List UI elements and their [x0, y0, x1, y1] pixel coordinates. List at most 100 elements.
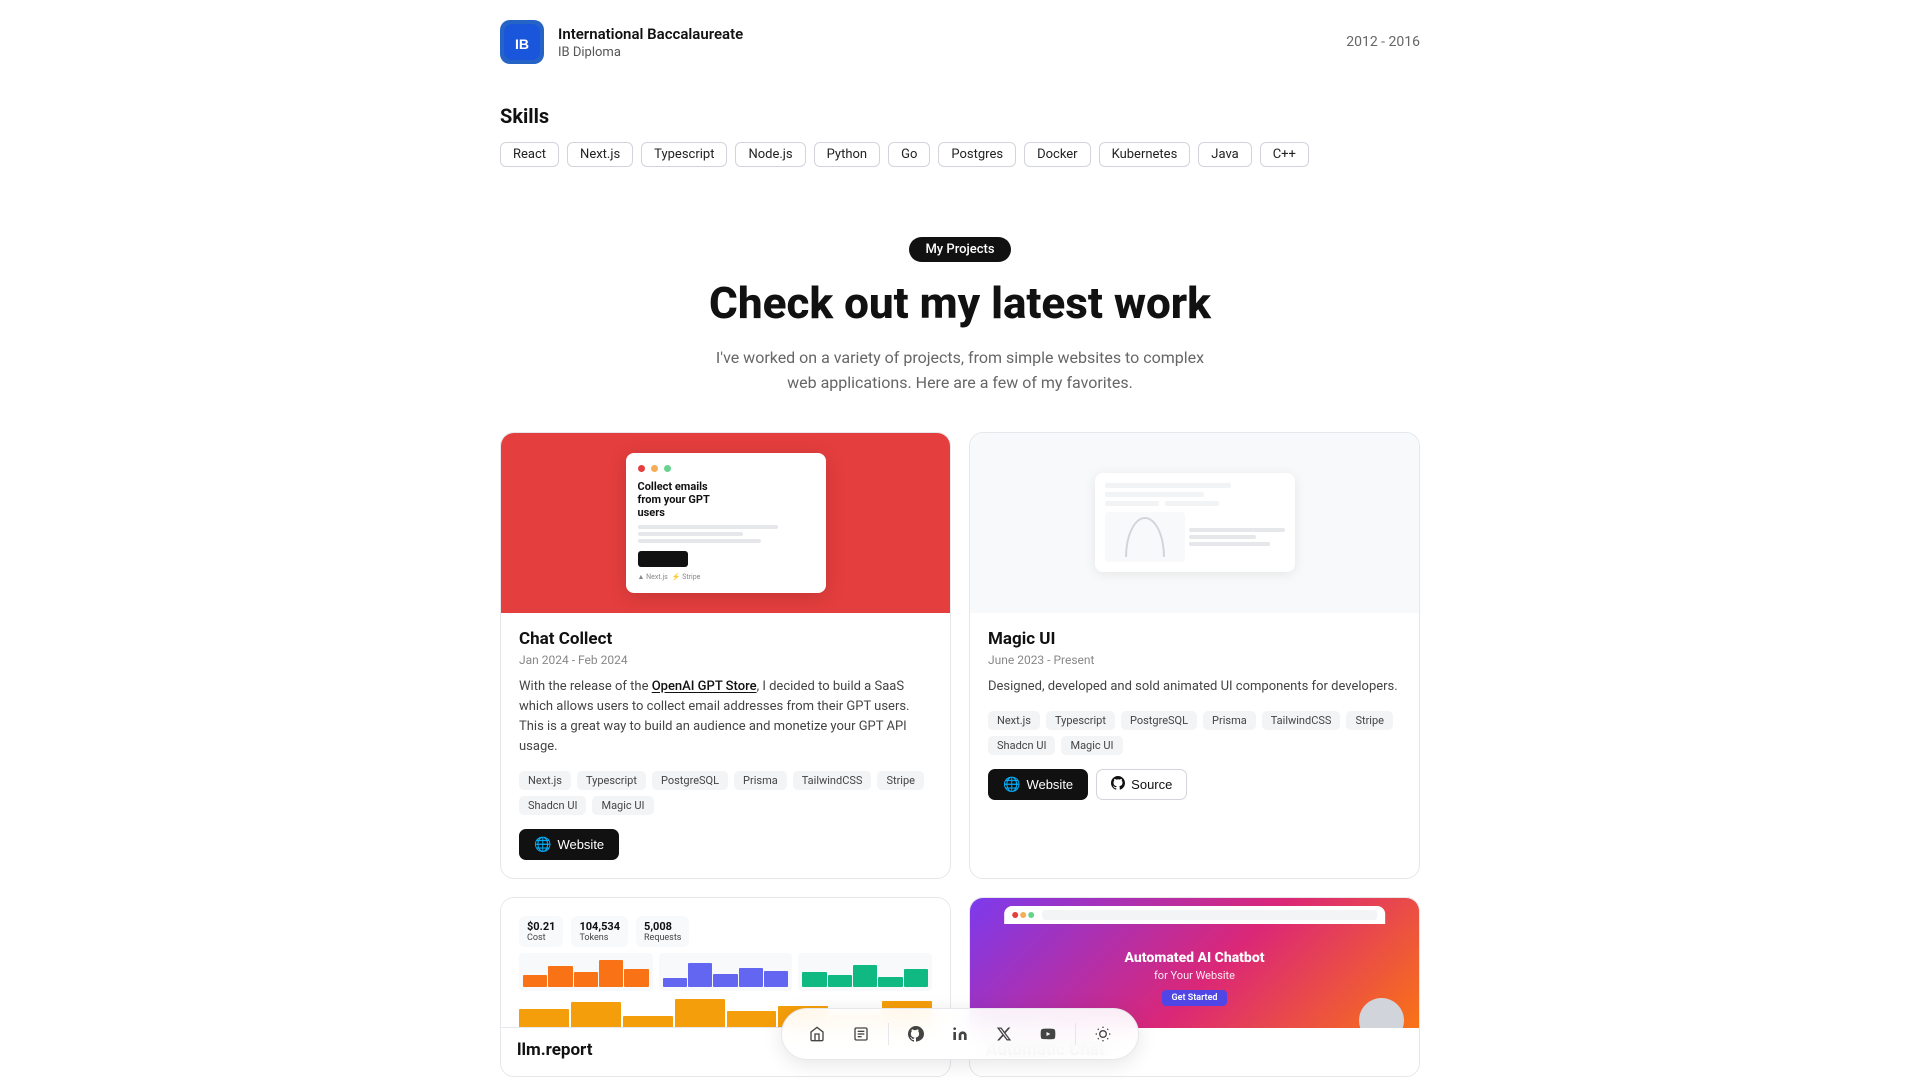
skill-tag-postgres: Postgres	[938, 142, 1016, 167]
project-image-chat-collect: Collect emailsfrom your GPTusers ▲ Next.…	[501, 433, 950, 613]
line1	[638, 525, 779, 529]
skill-tag-next-js: Next.js	[567, 142, 633, 167]
avatar-partial	[1359, 998, 1404, 1028]
browser-dots	[1012, 912, 1034, 918]
nav-theme-toggle-btn[interactable]	[1086, 1017, 1120, 1051]
project-card-chat-collect: Collect emailsfrom your GPTusers ▲ Next.…	[500, 432, 951, 880]
website-label-2: Website	[1026, 777, 1073, 792]
auto-chat-text: Automated AI Chatbot for Your Website Ge…	[1125, 950, 1265, 1006]
nav-linkedin-btn[interactable]	[943, 1017, 977, 1051]
magic-ui-title: Magic UI	[988, 629, 1401, 649]
magic-ui-content: Magic UI June 2023 - Present Designed, d…	[970, 613, 1419, 818]
magic-ui-website-btn[interactable]: 🌐 Website	[988, 769, 1088, 800]
nav-separator-1	[888, 1023, 889, 1045]
skill-tag-java: Java	[1198, 142, 1251, 167]
skills-title: Skills	[500, 104, 1420, 128]
stat1: $0.21 Cost	[519, 916, 563, 947]
mockup-title: Collect emailsfrom your GPTusers	[638, 480, 814, 520]
tag-postgresql2: PostgreSQL	[1121, 711, 1197, 730]
edu-logo: IB	[500, 20, 544, 64]
nav-github-btn[interactable]	[899, 1017, 933, 1051]
magic-ui-source-btn[interactable]: Source	[1096, 769, 1187, 800]
magic-ui-desc: Designed, developed and sold animated UI…	[988, 677, 1401, 697]
magic-line3	[1189, 542, 1271, 546]
magic-row1	[1105, 483, 1231, 488]
magic-line2	[1189, 535, 1256, 539]
tag-tailwind: TailwindCSS	[793, 771, 872, 790]
magic-ui-tags: Next.js Typescript PostgreSQL Prisma Tai…	[988, 711, 1401, 755]
skill-tag-typescript: Typescript	[641, 142, 727, 167]
svg-text:IB: IB	[515, 36, 529, 52]
nav-resume-btn[interactable]	[844, 1017, 878, 1051]
tag-shadcn2: Shadcn UI	[988, 736, 1055, 755]
openai-link[interactable]: OpenAI GPT Store	[652, 679, 757, 694]
tag-shadcn: Shadcn UI	[519, 796, 586, 815]
browser-chrome	[1004, 906, 1386, 924]
chat-collect-tags: Next.js Typescript PostgreSQL Prisma Tai…	[519, 771, 932, 815]
stat3-value: 5,008	[644, 920, 681, 933]
education-entry: IB International Baccalaureate IB Diplom…	[500, 0, 1420, 94]
skills-tags: ReactNext.jsTypescriptNode.jsPythonGoPos…	[500, 142, 1420, 167]
stat2-value: 104,534	[579, 920, 620, 933]
mockup-logos: ▲ Next.js ⚡ Stripe	[638, 573, 814, 581]
projects-grid: Collect emailsfrom your GPTusers ▲ Next.…	[500, 432, 1420, 1078]
mockup-cta	[638, 551, 688, 567]
stat1-label: Cost	[527, 933, 546, 943]
line2	[638, 532, 744, 536]
tag-nextjs2: Next.js	[988, 711, 1040, 730]
nav-youtube-btn[interactable]	[1031, 1017, 1065, 1051]
sparkline1	[523, 957, 649, 987]
stat2-label: Tokens	[579, 933, 608, 943]
line3	[638, 539, 761, 543]
mini-chart2	[659, 953, 793, 991]
chat-collect-content: Chat Collect Jan 2024 - Feb 2024 With th…	[501, 613, 950, 879]
stat1-value: $0.21	[527, 920, 555, 933]
stat3-label: Requests	[644, 933, 681, 943]
chat-collect-mockup: Collect emailsfrom your GPTusers ▲ Next.…	[626, 453, 826, 594]
source-label: Source	[1131, 777, 1172, 792]
auto-chat-btn[interactable]: Get Started	[1162, 990, 1228, 1006]
nav-twitter-btn[interactable]	[987, 1017, 1021, 1051]
arc-shape	[1125, 517, 1165, 557]
tag-magicui2: Magic UI	[1061, 736, 1122, 755]
magic-ui-dates: June 2023 - Present	[988, 653, 1401, 667]
dot-red	[638, 465, 645, 472]
tag-prisma: Prisma	[734, 771, 787, 790]
auto-chat-sub: for Your Website	[1125, 969, 1265, 982]
dot-yellow	[651, 465, 658, 472]
skill-tag-kubernetes: Kubernetes	[1099, 142, 1191, 167]
magic-line1	[1189, 528, 1285, 532]
skills-section: Skills ReactNext.jsTypescriptNode.jsPyth…	[500, 94, 1420, 197]
skill-tag-python: Python	[814, 142, 880, 167]
tag-stripe2: Stripe	[1346, 711, 1393, 730]
nav-home-btn[interactable]	[800, 1017, 834, 1051]
mini-charts	[519, 953, 932, 991]
stat2: 104,534 Tokens	[571, 916, 628, 947]
magic-ui-links: 🌐 Website Source	[988, 769, 1401, 800]
dashboard-mockup: $0.21 Cost 104,534 Tokens 5,008 Requests	[511, 908, 940, 1017]
tag-tailwind2: TailwindCSS	[1262, 711, 1341, 730]
skill-tag-c--: C++	[1260, 142, 1309, 167]
chat-collect-website-btn[interactable]: 🌐 Website	[519, 829, 619, 860]
magic-row2	[1105, 492, 1204, 497]
chat-collect-desc: With the release of the OpenAI GPT Store…	[519, 677, 932, 758]
globe-icon-2: 🌐	[1003, 776, 1020, 793]
chat-collect-links: 🌐 Website	[519, 829, 932, 860]
sparkline3	[802, 957, 928, 987]
nav-separator-2	[1075, 1023, 1076, 1045]
mini-chart1	[519, 953, 653, 991]
edu-degree: IB Diploma	[558, 45, 743, 60]
magic-box1	[1105, 512, 1185, 562]
url-bar	[1042, 910, 1378, 920]
logo-text2: ⚡ Stripe	[672, 573, 701, 581]
magic-lines	[1189, 512, 1285, 562]
skill-tag-docker: Docker	[1024, 142, 1091, 167]
sparkline2	[663, 957, 789, 987]
chat-collect-title: Chat Collect	[519, 629, 932, 649]
tag-postgresql: PostgreSQL	[652, 771, 728, 790]
globe-icon: 🌐	[534, 836, 551, 853]
tag-typescript: Typescript	[577, 771, 646, 790]
logo-text1: ▲ Next.js	[638, 573, 668, 581]
edu-org-name: International Baccalaureate	[558, 25, 743, 43]
magic-col1	[1105, 501, 1159, 506]
